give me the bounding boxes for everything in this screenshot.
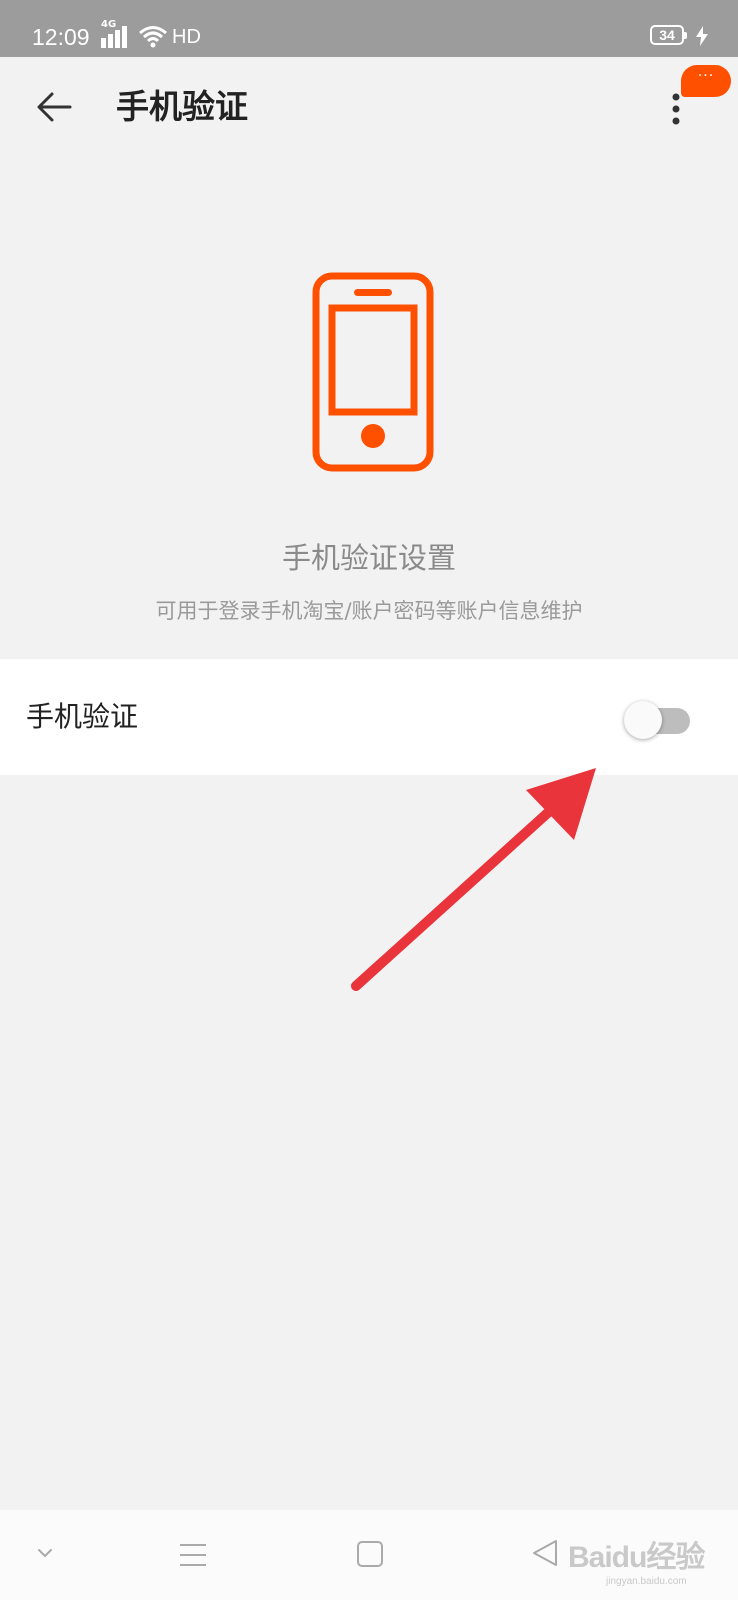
wifi-icon — [139, 26, 167, 48]
back-triangle-icon[interactable] — [528, 1536, 562, 1570]
battery-level: 34 — [659, 27, 675, 43]
toggle-thumb — [624, 701, 662, 739]
signal-icon — [101, 26, 127, 48]
annotation-arrow-icon — [351, 768, 596, 991]
system-nav-bar: Baidu经验 jingyan.baidu.com — [0, 1510, 738, 1600]
phone-verification-toggle[interactable] — [624, 701, 692, 739]
status-bar: 12:09 4G HD 34 — [0, 0, 738, 57]
smartphone-icon — [312, 272, 434, 472]
phone-verification-row[interactable]: 手机验证 — [0, 659, 738, 775]
menu-icon[interactable] — [176, 1540, 210, 1570]
more-options-icon[interactable] — [666, 87, 710, 131]
hero-title: 手机验证设置 — [281, 541, 456, 575]
collapse-icon[interactable] — [30, 1542, 60, 1566]
hero-subtitle: 可用于登录手机淘宝/账户密码等账户信息维护 — [155, 599, 583, 623]
charging-bolt-icon — [696, 26, 708, 46]
app-header: 手机验证 ··· — [0, 57, 738, 157]
home-square-icon[interactable] — [355, 1539, 385, 1569]
status-time: 12:09 — [32, 24, 90, 50]
page-title: 手机验证 — [116, 87, 248, 126]
battery-icon: 34 — [650, 25, 687, 45]
phone-verification-label: 手机验证 — [26, 700, 139, 733]
watermark-url: jingyan.baidu.com — [606, 1576, 687, 1587]
baidu-watermark: Baidu经验 — [568, 1541, 705, 1574]
back-arrow-icon[interactable] — [30, 85, 78, 129]
hd-label: HD — [172, 26, 201, 48]
